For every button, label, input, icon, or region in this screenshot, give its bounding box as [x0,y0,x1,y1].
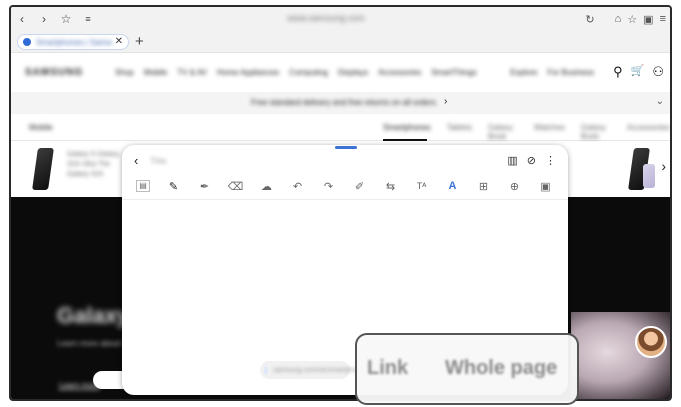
nav-link[interactable]: Accessories [378,68,421,77]
close-tab-icon[interactable]: ✕ [115,36,123,47]
image-icon[interactable]: ⊕ [499,180,530,193]
category-tab[interactable]: Galaxy Buds [581,123,611,141]
product-text[interactable]: Galaxy S Galaxy S24 Ultra The Galaxy S24 [67,150,127,180]
nav-link[interactable]: Computing [289,68,328,77]
share-options-callout: Link Whole page [355,333,579,405]
pen-icon[interactable]: ✎ [158,180,189,193]
pen-settings-icon[interactable]: ✐ [344,180,375,193]
lasso-icon[interactable]: ☁ [251,180,282,193]
phone-image[interactable] [643,164,655,188]
cart-icon[interactable]: 🛒 [631,64,645,80]
address-text: www.samsung.com [287,13,365,23]
back-button[interactable]: ‹ [11,12,33,26]
category-tab[interactable]: Galaxy Book [488,123,518,141]
menu-icon[interactable]: ≡ [660,13,666,25]
nav-link[interactable]: Explore [510,68,537,77]
forward-button[interactable]: › [33,12,55,26]
nav-link[interactable]: Mobile [144,68,168,77]
favorites-icon[interactable]: ☆ [627,13,637,26]
active-category-indicator [383,139,427,141]
browser-toolbar: ‹ › ☆ ≡ www.samsung.com ↻ ⌂ ☆ ▣ ≡ [11,7,670,31]
new-tab-button[interactable]: + [135,33,144,50]
tab-title: Smartphones | Samsung UK [36,37,112,47]
note-actions: ▥ ⊘ ⋮ [507,154,556,167]
toolbar-right: ↻ ⌂ ☆ ▣ ≡ [585,7,666,31]
site-nav-icons: ⚲ 🛒 ⚇ [613,64,664,80]
category-bar: Mobile Smartphones Tablets Galaxy Book W… [11,115,670,141]
tab-strip: Smartphones | Samsung UK ✕ + [11,31,670,53]
text-format-icon[interactable]: Tᴬ [406,181,437,191]
nav-link[interactable]: For Business [547,68,594,77]
drag-handle[interactable] [335,146,357,149]
keyboard-icon[interactable]: ▤ [136,180,150,192]
screenshot-icon[interactable]: ▣ [530,180,561,193]
search-icon[interactable]: ⚲ [613,64,623,80]
nav-link[interactable]: Shop [115,68,134,77]
reload-icon[interactable]: ↻ [585,13,594,26]
web-link-chip[interactable]: samsung.com/uk/smartphones [260,361,368,379]
category-tab[interactable]: Watches [534,123,565,141]
hero-title: Galaxy [57,303,130,328]
category-tab[interactable]: Tablets [447,123,472,141]
phone-image[interactable] [32,148,54,190]
redo-icon[interactable]: ↷ [313,180,344,193]
brush-icon[interactable]: ✒ [189,180,220,193]
toolbar-divider [122,199,568,200]
note-toolbar: ▤ ✎ ✒ ⌫ ☁ ↶ ↷ ✐ ⇆ Tᴬ A ⊞ ⊕ ▣ [128,177,562,195]
chevron-right-icon[interactable]: › [444,96,447,107]
insert-icon[interactable]: ⊞ [468,180,499,193]
bookmark-star-icon[interactable]: ☆ [55,12,77,26]
category-tab[interactable]: Accessories [627,123,670,141]
tabs-icon[interactable]: ▣ [643,13,653,26]
chevron-down-icon[interactable]: ⌄ [656,96,664,107]
site-info-icon[interactable]: ≡ [77,14,99,24]
site-nav-links: Shop Mobile TV & AV Home Appliances Comp… [115,68,477,77]
attach-icon[interactable]: ⊘ [527,154,536,167]
nav-link[interactable]: Displays [338,68,368,77]
active-tab[interactable]: Smartphones | Samsung UK ✕ [17,34,129,50]
address-bar[interactable]: www.samsung.com [261,13,391,23]
back-icon[interactable]: ‹ [134,153,138,168]
chevron-right-icon[interactable]: › [661,158,666,174]
site-header: SAMSUNG Shop Mobile TV & AV Home Applian… [11,54,670,92]
site-nav-right: Explore For Business [510,68,594,77]
note-header: ‹ Title ▥ ⊘ ⋮ [122,153,568,173]
category-title: Mobile [29,123,53,132]
eraser-icon[interactable]: ⌫ [220,180,251,193]
promo-text[interactable]: Free standard delivery and free returns … [251,98,438,107]
link-option[interactable]: Link [367,357,408,380]
ai-assist-icon[interactable]: A [437,180,468,192]
home-icon[interactable]: ⌂ [615,13,622,25]
favicon-icon [23,38,31,46]
avatar[interactable] [635,326,667,358]
book-view-icon[interactable]: ▥ [507,154,517,167]
undo-icon[interactable]: ↶ [282,180,313,193]
nav-link[interactable]: SmartThings [431,68,476,77]
site-logo[interactable]: SAMSUNG [25,67,83,78]
browser-icon [264,365,268,375]
account-icon[interactable]: ⚇ [652,64,664,80]
text-style-icon[interactable]: ⇆ [375,180,406,193]
note-title-field[interactable]: Title [150,156,167,166]
nav-link[interactable]: Home Appliances [217,68,279,77]
more-options-icon[interactable]: ⋮ [545,154,556,167]
whole-page-option[interactable]: Whole page [445,357,557,380]
promo-banner: Free standard delivery and free returns … [11,92,670,114]
nav-link[interactable]: TV & AV [177,68,207,77]
